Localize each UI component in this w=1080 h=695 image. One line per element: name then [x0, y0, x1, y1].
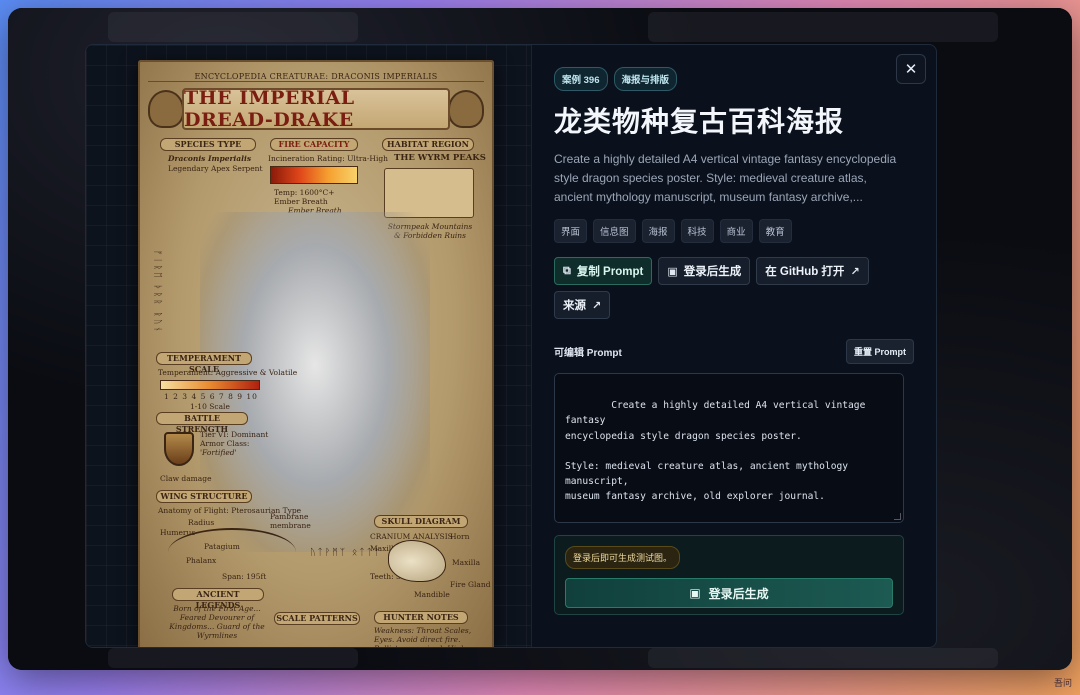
- shield-icon: [164, 432, 194, 466]
- tag-item[interactable]: 海报: [641, 219, 675, 243]
- species-sub: Legendary Apex Serpent: [168, 164, 263, 173]
- copy-prompt-button[interactable]: ⧉ 复制 Prompt: [554, 257, 653, 285]
- prompt-description: Create a highly detailed A4 vertical vin…: [554, 152, 897, 204]
- open-github-button[interactable]: 在 GitHub 打开 ↗: [756, 257, 869, 285]
- habitat-region-label: HABITAT REGION: [382, 138, 474, 151]
- case-number-badge: 案例 396: [554, 67, 608, 91]
- copy-icon: ⧉: [563, 264, 571, 277]
- login-notice: 登录后即可生成测试图。: [565, 546, 681, 569]
- editor-header: 可编辑 Prompt 重置 Prompt: [554, 339, 914, 364]
- fire-capacity-label: FIRE CAPACITY: [270, 138, 358, 151]
- runes-center: ᚢᛏᚹᛗᛉ ᛟᛏᛏᛉ: [310, 548, 382, 558]
- griffin-emblem-icon: [148, 90, 184, 128]
- hunter-notes-text: Weakness: Throat Scales, Eyes. Avoid dir…: [374, 626, 472, 647]
- image-icon: ▣: [689, 586, 701, 600]
- temperament-numbers: 1 2 3 4 5 6 7 8 9 10: [164, 392, 258, 401]
- skull-fire-gland: Fire Gland: [450, 580, 491, 589]
- scale-patterns-label: SCALE PATTERNS: [274, 612, 360, 625]
- open-github-label: 在 GitHub 打开: [765, 266, 845, 278]
- skull-mandible: Mandible: [414, 590, 450, 599]
- tag-item[interactable]: 商业: [719, 219, 753, 243]
- temperament-label: TEMPERAMENT SCALE: [156, 352, 252, 374]
- external-link-icon: ↗: [850, 265, 860, 278]
- tag-item[interactable]: 信息图: [593, 219, 636, 243]
- generate-label: 登录后生成: [708, 586, 769, 601]
- resize-handle-icon[interactable]: [894, 513, 901, 520]
- watermark: 吾问: [1053, 678, 1072, 688]
- temperament-gauge: [160, 380, 260, 390]
- temperament-scale: 1-10 Scale: [190, 402, 230, 411]
- badge-row: 案例 396 海报与排版: [554, 67, 914, 91]
- login-generate-button[interactable]: ▣ 登录后生成: [658, 257, 751, 285]
- detail-pane: ✕ 案例 396 海报与排版 龙类物种复古百科海报 Create a highl…: [532, 45, 936, 647]
- skull-horn: Horn: [450, 532, 470, 541]
- preview-pane: ENCYCLOPEDIA CREATURAE: DRACONIS IMPERIA…: [86, 45, 532, 647]
- ancient-legends-label: ANCIENT LEGENDS: [172, 588, 264, 610]
- fire-rating: Incineration Rating: Ultra-High: [268, 154, 388, 163]
- action-buttons: ⧉ 复制 Prompt ▣ 登录后生成 在 GitHub 打开 ↗ 来源 ↗: [554, 257, 914, 319]
- reset-prompt-button[interactable]: 重置 Prompt: [845, 339, 914, 364]
- runes-left: ᚠᛁᚱᛖ ᚦᚱᚱ ᚱᚢᚾ: [152, 250, 162, 334]
- close-icon: ✕: [904, 61, 918, 78]
- poster-header: ENCYCLOPEDIA CREATURAE: DRACONIS IMPERIA…: [148, 72, 484, 82]
- species-type-label: SPECIES TYPE: [160, 138, 256, 151]
- tag-list: 界面 信息图 海报 科技 商业 教育: [554, 219, 914, 243]
- battle-armor-value: 'Fortified': [200, 448, 237, 457]
- close-button[interactable]: ✕: [896, 54, 926, 84]
- image-icon: ▣: [667, 265, 678, 278]
- wing-diagram: [168, 528, 296, 576]
- prompt-detail-modal: ENCYCLOPEDIA CREATURAE: DRACONIS IMPERIA…: [85, 44, 937, 648]
- source-label: 来源: [563, 300, 586, 312]
- generate-panel: 登录后即可生成测试图。 ▣ 登录后生成: [554, 535, 904, 615]
- poster-title: THE IMPERIAL DREAD-DRAKE: [182, 87, 450, 131]
- species-name: Draconis Imperialis: [168, 154, 252, 163]
- skull-diagram-label: SKULL DIAGRAM: [374, 515, 468, 528]
- editor-label: 可编辑 Prompt: [554, 348, 622, 359]
- app-window: ENCYCLOPEDIA CREATURAE: DRACONIS IMPERIA…: [8, 8, 1072, 670]
- ancient-legends-text: Born of the First Age... Feared Devourer…: [169, 604, 265, 640]
- fire-ember: Ember Breath: [274, 197, 328, 206]
- copy-prompt-label: 复制 Prompt: [576, 266, 644, 278]
- skull-maxilla-2: Maxilla: [452, 558, 481, 567]
- prompt-editor-textarea[interactable]: Create a highly detailed A4 vertical vin…: [554, 373, 904, 523]
- claw-damage: Claw damage: [160, 474, 212, 483]
- habitat-map: [384, 168, 474, 218]
- skull-icon: [388, 540, 446, 582]
- tag-item[interactable]: 科技: [680, 219, 714, 243]
- habitat-name: THE WYRM PEAKS: [394, 153, 486, 163]
- fire-temp: Temp: 1600°C+: [274, 188, 335, 197]
- battle-tier: Tier VI: Dominant: [200, 430, 269, 439]
- page-title: 龙类物种复古百科海报: [554, 106, 845, 137]
- prompt-text: Create a highly detailed A4 vertical vin…: [565, 400, 866, 522]
- tag-item[interactable]: 界面: [554, 219, 588, 243]
- temperament-text: Temperament: Aggressive & Volatile: [158, 368, 298, 377]
- tag-item[interactable]: 教育: [758, 219, 792, 243]
- source-button[interactable]: 来源 ↗: [554, 291, 611, 319]
- external-link-icon: ↗: [592, 299, 602, 312]
- battle-strength-label: BATTLE STRENGTH: [156, 412, 248, 434]
- wing-radius: Radius: [188, 518, 215, 527]
- fire-gauge: [270, 166, 358, 184]
- login-generate-label: 登录后生成: [683, 266, 742, 278]
- category-badge: 海报与排版: [613, 67, 678, 91]
- hunter-notes-label: HUNTER NOTES: [374, 611, 468, 624]
- poster-preview-image[interactable]: ENCYCLOPEDIA CREATURAE: DRACONIS IMPERIA…: [138, 60, 494, 647]
- skull-emblem-icon: [448, 90, 484, 128]
- wing-structure-label: WING STRUCTURE: [156, 490, 252, 503]
- wing-membrane: Pambrane membrane: [270, 512, 311, 530]
- battle-armor: Armor Class:: [200, 439, 250, 448]
- generate-button[interactable]: ▣ 登录后生成: [565, 578, 893, 608]
